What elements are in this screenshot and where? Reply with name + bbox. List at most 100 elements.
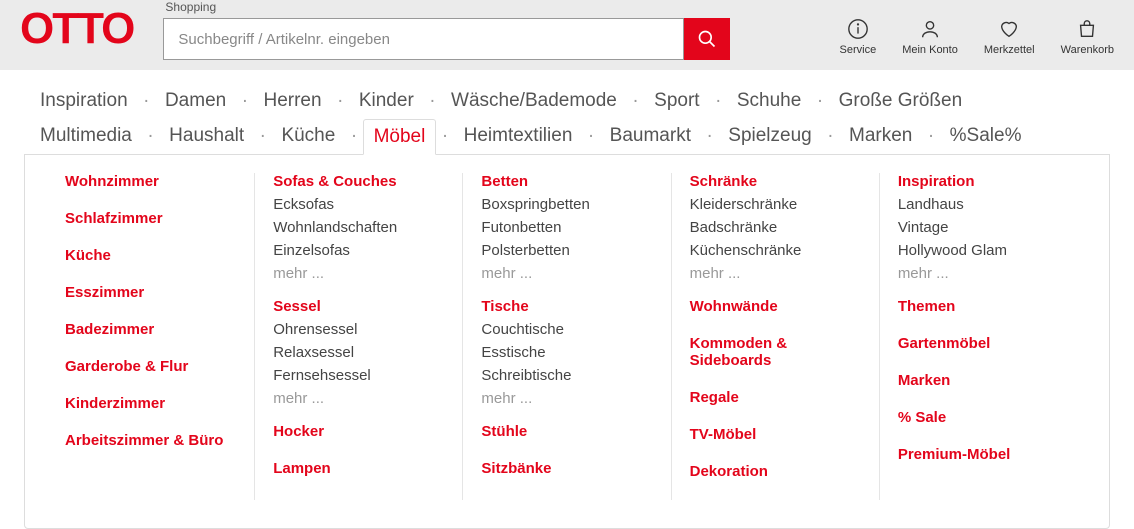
account-link[interactable]: Mein Konto <box>902 18 958 56</box>
mega-category-head[interactable]: Küche <box>65 247 236 264</box>
mega-category-head[interactable]: Kinderzimmer <box>65 395 236 412</box>
nav-item[interactable]: Möbel <box>363 119 437 155</box>
mega-category-head[interactable]: Lampen <box>273 460 444 477</box>
mega-category-head[interactable]: Gartenmöbel <box>898 335 1069 352</box>
mega-category-head[interactable]: % Sale <box>898 409 1069 426</box>
mega-link[interactable]: Ohrensessel <box>273 321 444 338</box>
mega-group: Lampen <box>273 460 444 477</box>
mega-category-head[interactable]: Sitzbänke <box>481 460 652 477</box>
mega-link[interactable]: Fernsehsessel <box>273 367 444 384</box>
nav-separator: . <box>928 121 933 143</box>
mega-category-head[interactable]: Betten <box>481 173 652 190</box>
nav-item[interactable]: Baumarkt <box>600 119 701 153</box>
cart-label: Warenkorb <box>1061 44 1114 56</box>
mega-category-head[interactable]: Esszimmer <box>65 284 236 301</box>
mega-category-head[interactable]: Wohnwände <box>690 298 861 315</box>
mega-category-head[interactable]: Stühle <box>481 423 652 440</box>
mega-link[interactable]: Relaxsessel <box>273 344 444 361</box>
mega-category-head[interactable]: Sessel <box>273 298 444 315</box>
mega-category-head[interactable]: Premium-Möbel <box>898 446 1069 463</box>
nav-item[interactable]: Inspiration <box>30 84 138 118</box>
mega-column: Wohnzimmer Schlafzimmer Küche Esszimmer Bade… <box>47 173 254 500</box>
mega-group: Sitzbänke <box>481 460 652 477</box>
nav-item[interactable]: Herren <box>253 84 331 118</box>
mega-link[interactable]: Landhaus <box>898 196 1069 213</box>
mega-group: Sofas & Couches Ecksofas Wohnlandschaften E… <box>273 173 444 282</box>
mega-link[interactable]: Wohnlandschaften <box>273 219 444 236</box>
nav-separator: . <box>144 86 149 108</box>
nav-item[interactable]: Schuhe <box>727 84 811 118</box>
nav-item[interactable]: Spielzeug <box>718 119 821 153</box>
mega-category-head[interactable]: Dekoration <box>690 463 861 480</box>
cart-icon <box>1076 18 1098 40</box>
mega-link[interactable]: Polsterbetten <box>481 242 652 259</box>
mega-link[interactable]: Vintage <box>898 219 1069 236</box>
mega-more-link[interactable]: mehr ... <box>273 265 444 282</box>
mega-link[interactable]: Kleiderschränke <box>690 196 861 213</box>
mega-link[interactable]: Hollywood Glam <box>898 242 1069 259</box>
search-input[interactable] <box>163 18 683 60</box>
mega-category-head[interactable]: Schlafzimmer <box>65 210 236 227</box>
mega-group: Küche <box>65 247 236 264</box>
mega-link[interactable]: Küchenschränke <box>690 242 861 259</box>
mega-category-head[interactable]: Sofas & Couches <box>273 173 444 190</box>
mega-category-head[interactable]: Inspiration <box>898 173 1069 190</box>
mega-group: Kinderzimmer <box>65 395 236 412</box>
mega-column: Betten Boxspringbetten Futonbetten Polsterb… <box>462 173 670 500</box>
mega-more-link[interactable]: mehr ... <box>481 390 652 407</box>
mega-link[interactable]: Schreibtische <box>481 367 652 384</box>
mega-more-link[interactable]: mehr ... <box>273 390 444 407</box>
mega-group: Esszimmer <box>65 284 236 301</box>
nav-item[interactable]: Marken <box>839 119 922 153</box>
nav-item[interactable]: Multimedia <box>30 119 142 153</box>
mega-category-head[interactable]: TV-Möbel <box>690 426 861 443</box>
mega-category-head[interactable]: Marken <box>898 372 1069 389</box>
account-label: Mein Konto <box>902 44 958 56</box>
mega-category-head[interactable]: Tische <box>481 298 652 315</box>
mega-link[interactable]: Ecksofas <box>273 196 444 213</box>
mega-column: Schränke Kleiderschränke Badschränke Küchen… <box>671 173 879 500</box>
mega-category-head[interactable]: Schränke <box>690 173 861 190</box>
mega-category-head[interactable]: Arbeitszimmer & Büro <box>65 432 236 449</box>
mega-link[interactable]: Boxspringbetten <box>481 196 652 213</box>
mega-link[interactable]: Couchtische <box>481 321 652 338</box>
mega-category-head[interactable]: Kommoden & Sideboards <box>690 335 861 369</box>
nav-item[interactable]: Haushalt <box>159 119 254 153</box>
service-link[interactable]: Service <box>840 18 877 56</box>
nav-separator: . <box>148 121 153 143</box>
mega-category-head[interactable]: Badezimmer <box>65 321 236 338</box>
mega-category-head[interactable]: Garderobe & Flur <box>65 358 236 375</box>
nav-item[interactable]: Wäsche/Bademode <box>441 84 627 118</box>
search-button[interactable] <box>684 18 730 60</box>
mega-group: Hocker <box>273 423 444 440</box>
mega-link[interactable]: Einzelsofas <box>273 242 444 259</box>
nav-separator: . <box>716 86 721 108</box>
nav-item[interactable]: Heimtextilien <box>454 119 583 153</box>
logo[interactable]: OTTO <box>20 4 133 60</box>
nav-item[interactable]: Sport <box>644 84 709 118</box>
nav-separator: . <box>817 86 822 108</box>
mega-category-head[interactable]: Themen <box>898 298 1069 315</box>
mega-category-head[interactable]: Wohnzimmer <box>65 173 236 190</box>
main-nav: Inspiration.Damen.Herren.Kinder.Wäsche/B… <box>0 70 1134 154</box>
nav-separator: . <box>828 121 833 143</box>
mega-more-link[interactable]: mehr ... <box>898 265 1069 282</box>
service-icon <box>847 18 869 40</box>
mega-link[interactable]: Futonbetten <box>481 219 652 236</box>
mega-more-link[interactable]: mehr ... <box>481 265 652 282</box>
nav-item[interactable]: Küche <box>271 119 345 153</box>
nav-item[interactable]: Große Größen <box>829 84 973 118</box>
nav-item[interactable]: Damen <box>155 84 236 118</box>
mega-link[interactable]: Esstische <box>481 344 652 361</box>
mega-category-head[interactable]: Hocker <box>273 423 444 440</box>
mega-group: Inspiration Landhaus Vintage Hollywood Glam… <box>898 173 1069 282</box>
mega-menu: Wohnzimmer Schlafzimmer Küche Esszimmer Bade… <box>24 154 1110 529</box>
nav-separator: . <box>351 121 356 143</box>
mega-category-head[interactable]: Regale <box>690 389 861 406</box>
mega-more-link[interactable]: mehr ... <box>690 265 861 282</box>
wishlist-link[interactable]: Merkzettel <box>984 18 1035 56</box>
nav-item[interactable]: Kinder <box>349 84 424 118</box>
nav-item[interactable]: %Sale% <box>940 119 1032 153</box>
cart-link[interactable]: Warenkorb <box>1061 18 1114 56</box>
mega-link[interactable]: Badschränke <box>690 219 861 236</box>
